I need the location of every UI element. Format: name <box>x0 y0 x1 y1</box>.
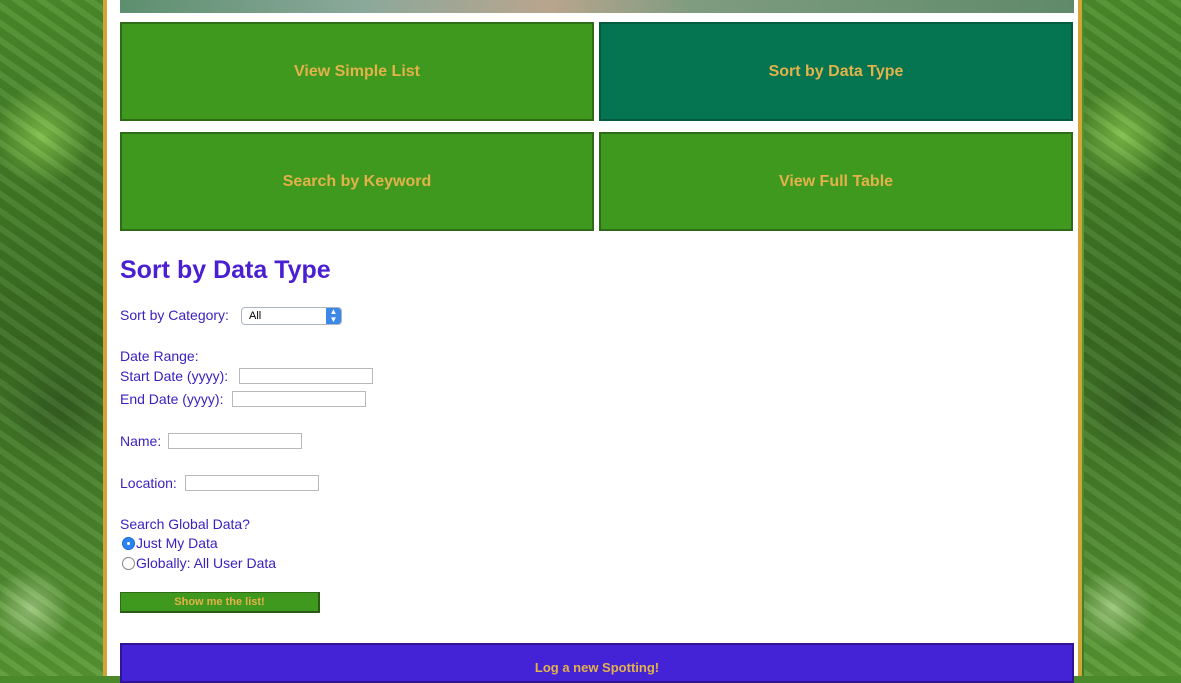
category-selected-value: All <box>249 310 262 322</box>
page-title: Sort by Data Type <box>120 256 331 284</box>
forest-background-right <box>1084 0 1181 676</box>
select-arrows-icon: ▲ ▼ <box>326 308 341 324</box>
log-new-spotting-label: Log a new Spotting! <box>534 660 660 675</box>
just-my-data-radio[interactable] <box>122 537 135 550</box>
forest-background-left <box>0 0 104 676</box>
start-date-input[interactable] <box>239 368 373 384</box>
category-label: Sort by Category: <box>120 307 229 323</box>
end-date-input[interactable] <box>232 391 366 407</box>
page-container: View Simple List Sort by Data Type Searc… <box>103 0 1082 683</box>
global-data-radio[interactable] <box>122 557 135 570</box>
just-my-data-label[interactable]: Just My Data <box>136 535 218 551</box>
location-label: Location: <box>120 475 177 491</box>
sort-by-data-type-button[interactable]: Sort by Data Type <box>599 22 1073 121</box>
global-data-label[interactable]: Globally: All User Data <box>136 555 276 571</box>
location-input[interactable] <box>185 475 319 491</box>
end-date-label: End Date (yyyy): <box>120 391 224 407</box>
show-list-button[interactable]: Show me the list! <box>120 592 320 613</box>
category-select[interactable]: All ▲ ▼ <box>241 307 342 325</box>
view-full-table-button[interactable]: View Full Table <box>599 132 1073 231</box>
search-by-keyword-button[interactable]: Search by Keyword <box>120 132 594 231</box>
view-simple-list-button[interactable]: View Simple List <box>120 22 594 121</box>
name-label: Name: <box>120 433 162 449</box>
log-new-spotting-button[interactable]: Log a new Spotting! <box>120 643 1074 683</box>
header-banner-image <box>120 0 1074 13</box>
start-date-label: Start Date (yyyy): <box>120 368 229 384</box>
search-global-label: Search Global Data? <box>120 516 250 532</box>
date-range-label: Date Range: <box>120 348 199 364</box>
name-input[interactable] <box>168 433 302 449</box>
